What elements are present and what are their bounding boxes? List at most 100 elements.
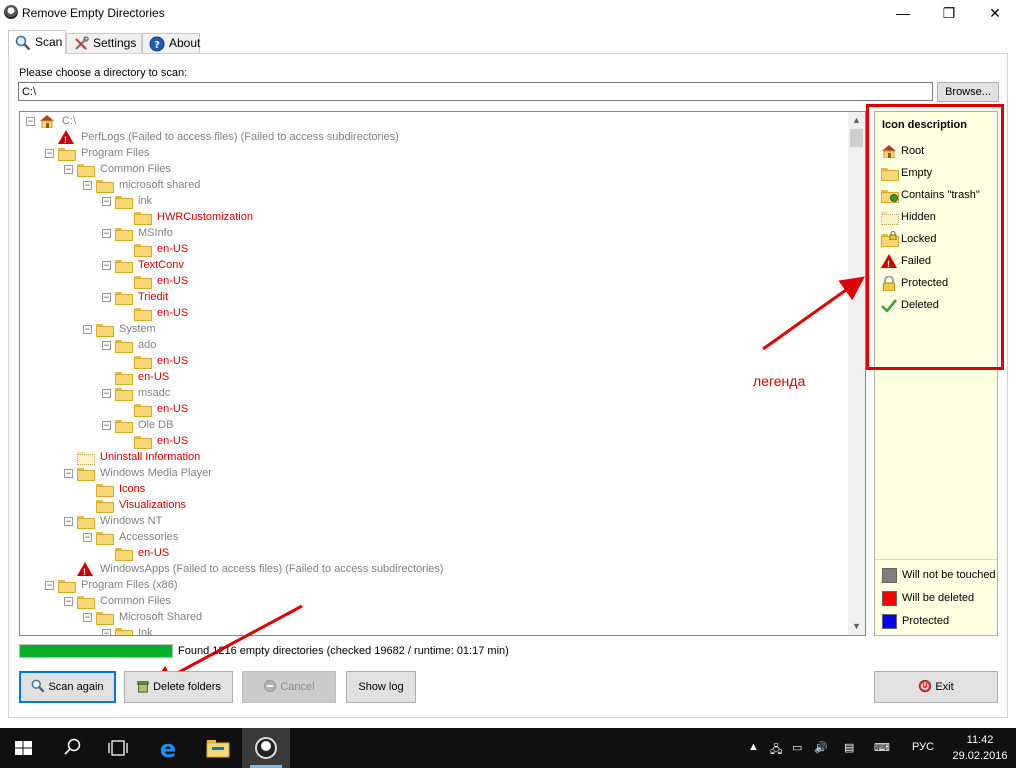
clock-time: 11:42 — [966, 734, 994, 746]
file-explorer-icon[interactable] — [194, 728, 242, 768]
remove-empty-directories-taskbar-icon[interactable] — [242, 728, 290, 768]
tree-collapse-toggle[interactable]: − — [83, 613, 92, 622]
task-view-icon[interactable] — [94, 728, 142, 768]
tree-scrollbar[interactable]: ▲ ▼ — [848, 112, 865, 635]
tray-chevron-icon[interactable]: ▲ — [748, 741, 759, 753]
volume-icon[interactable]: 🔊 — [814, 741, 828, 754]
tree-row[interactable]: − Windows NT — [64, 513, 860, 529]
maximize-button[interactable]: ❐ — [926, 0, 972, 26]
minimize-button[interactable]: — — [880, 0, 926, 26]
tree-row[interactable]: Uninstall Information — [64, 449, 860, 465]
folder-icon — [96, 532, 114, 545]
language-indicator[interactable]: РУС — [912, 741, 934, 753]
delete-folders-button[interactable]: Delete folders — [124, 671, 233, 703]
taskbar: e ▲ 🖧 ▭ 🔊 ▤ ⌨ РУС 11:42 29.02.2016 — [0, 728, 1016, 768]
search-icon[interactable] — [48, 728, 96, 768]
tree-row[interactable]: − Triedit — [102, 289, 860, 305]
color-swatch — [882, 568, 897, 583]
tree-row[interactable]: − Program Files (x86) — [45, 577, 860, 593]
tree-row[interactable]: en-US — [102, 545, 860, 561]
tree-collapse-toggle[interactable]: − — [45, 581, 54, 590]
tree-row[interactable]: − Accessories — [83, 529, 860, 545]
notification-icon[interactable]: ▤ — [844, 741, 854, 754]
tab-about[interactable]: ? About — [142, 33, 200, 53]
directory-tree[interactable]: − C:\ PerfLogs (Failed to access files) (F… — [19, 111, 866, 636]
close-button[interactable]: ✕ — [972, 0, 1016, 26]
tree-collapse-toggle[interactable]: − — [102, 389, 111, 398]
scroll-up-icon[interactable]: ▲ — [848, 112, 865, 129]
tree-row[interactable]: en-US — [121, 433, 860, 449]
show-log-button[interactable]: Show log — [346, 671, 416, 703]
tree-collapse-toggle[interactable]: − — [45, 149, 54, 158]
directory-input[interactable] — [18, 82, 933, 101]
tree-item-label: ado — [138, 339, 157, 351]
tree-row[interactable]: − microsoft shared — [83, 177, 860, 193]
scroll-thumb[interactable] — [850, 129, 863, 147]
network-icon[interactable]: 🖧 — [770, 741, 782, 760]
tree-row[interactable]: en-US — [121, 241, 860, 257]
tree-collapse-toggle[interactable]: − — [102, 421, 111, 430]
tree-row[interactable]: en-US — [121, 353, 860, 369]
edge-browser-icon[interactable]: e — [144, 728, 192, 768]
tree-row[interactable]: en-US — [121, 273, 860, 289]
tree-row[interactable]: − ado — [102, 337, 860, 353]
tree-row[interactable]: − MSInfo — [102, 225, 860, 241]
tree-collapse-toggle[interactable]: − — [102, 261, 111, 270]
tree-row[interactable]: en-US — [102, 369, 860, 385]
tree-row[interactable]: Visualizations — [83, 497, 860, 513]
tree-row[interactable]: − ink — [102, 193, 860, 209]
exit-button[interactable]: Exit — [874, 671, 998, 703]
tree-item-label: Ink — [138, 627, 153, 636]
tree-row[interactable]: − Program Files — [45, 145, 860, 161]
tree-row[interactable]: PerfLogs (Failed to access files) (Faile… — [45, 129, 860, 148]
tree-collapse-toggle[interactable]: − — [64, 469, 73, 478]
tree-collapse-toggle[interactable]: − — [64, 165, 73, 174]
monitor-icon[interactable]: ▭ — [792, 741, 802, 754]
tree-row[interactable]: − C:\ — [26, 113, 860, 129]
magnifier-icon — [32, 679, 45, 693]
tree-row[interactable]: − Microsoft Shared — [83, 609, 860, 625]
browse-button[interactable]: Browse... — [937, 82, 999, 102]
tree-row[interactable]: en-US — [121, 305, 860, 321]
tab-scan[interactable]: Scan — [8, 30, 66, 54]
tree-row[interactable]: HWRCustomization — [121, 209, 860, 225]
tree-row[interactable]: − System — [83, 321, 860, 337]
scan-again-label: Scan again — [48, 681, 104, 693]
tab-settings[interactable]: Settings — [66, 33, 142, 53]
tree-collapse-toggle[interactable]: − — [26, 117, 35, 126]
scroll-down-icon[interactable]: ▼ — [848, 618, 865, 635]
tree-row[interactable]: − Common Files — [64, 593, 860, 609]
folder-icon — [115, 372, 133, 385]
keyboard-icon[interactable]: ⌨ — [874, 741, 890, 754]
status-text: Found 1216 empty directories (checked 19… — [178, 645, 509, 657]
tree-collapse-toggle[interactable]: − — [102, 229, 111, 238]
color-swatch — [882, 614, 897, 629]
tree-collapse-toggle[interactable]: − — [64, 517, 73, 526]
scan-again-button[interactable]: Scan again — [19, 671, 116, 703]
tree-collapse-toggle[interactable]: − — [83, 181, 92, 190]
tree-collapse-toggle[interactable]: − — [83, 325, 92, 334]
clock[interactable]: 11:42 29.02.2016 — [948, 732, 1012, 764]
tree-collapse-toggle[interactable]: − — [102, 293, 111, 302]
tree-row[interactable]: − TextConv — [102, 257, 860, 273]
tree-collapse-toggle[interactable]: − — [102, 629, 111, 635]
tree-row[interactable]: en-US — [121, 401, 860, 417]
tree-collapse-toggle[interactable]: − — [64, 597, 73, 606]
tree-row[interactable]: WindowsApps (Failed to access files) (Fa… — [64, 561, 860, 580]
windows-start-icon[interactable] — [0, 728, 48, 768]
folder-icon — [77, 516, 95, 529]
tree-collapse-toggle[interactable]: − — [83, 533, 92, 542]
tree-row[interactable]: − Ole DB — [102, 417, 860, 433]
tree-collapse-toggle[interactable]: − — [102, 197, 111, 206]
folder-icon — [58, 148, 76, 161]
tree-row[interactable]: − Windows Media Player — [64, 465, 860, 481]
tree-row[interactable]: Icons — [83, 481, 860, 497]
cancel-button[interactable]: Cancel — [242, 671, 336, 703]
tree-row[interactable]: − Common Files — [64, 161, 860, 177]
delete-folders-label: Delete folders — [153, 681, 221, 693]
tree-collapse-toggle[interactable]: − — [102, 341, 111, 350]
magnifier-icon — [15, 35, 31, 51]
tree-row[interactable]: − Ink — [102, 625, 860, 636]
tree-row[interactable]: − msadc — [102, 385, 860, 401]
legend-color-label: Will not be touched — [902, 569, 996, 581]
